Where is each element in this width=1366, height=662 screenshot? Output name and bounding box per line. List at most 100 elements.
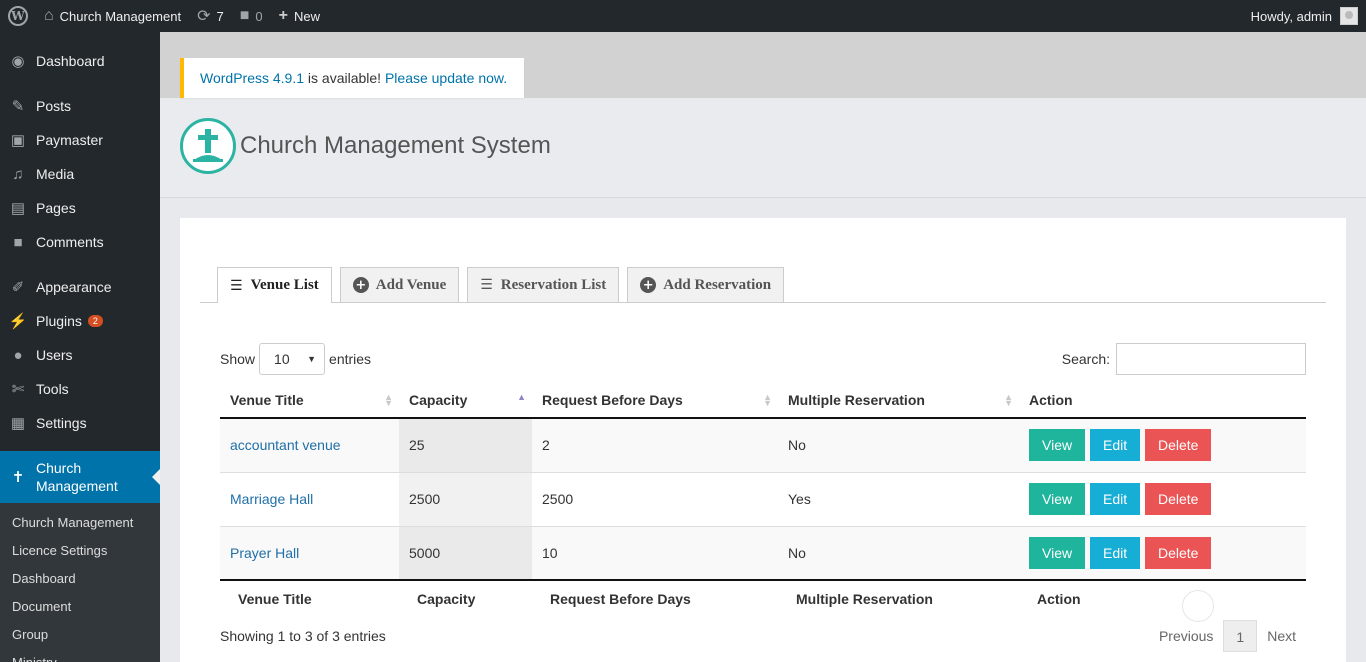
footer-request-before-days: Request Before Days (532, 579, 778, 616)
tab-add-reservation[interactable]: + Add Reservation (627, 267, 785, 302)
sidebar-item-tools[interactable]: ✄ Tools (0, 372, 160, 406)
sidebar-item-comments[interactable]: ■ Comments (0, 225, 160, 259)
table-header-row: Venue Title ▲ ▼ Capacity ▲ Request Before D… (220, 382, 1306, 419)
action-cell: View Edit Delete (1019, 471, 1306, 526)
sidebar-item-label: Pages (36, 200, 76, 216)
sidebar-item-label-line2: Management (36, 478, 118, 494)
submenu-item-document[interactable]: Document (0, 593, 160, 621)
column-header-capacity[interactable]: Capacity ▲ (399, 382, 532, 419)
entries-label: entries (329, 351, 372, 367)
submenu-item-church-management[interactable]: Church Management (0, 509, 160, 537)
show-label: Show (220, 351, 256, 367)
venue-table: Venue Title ▲ ▼ Capacity ▲ Request Before D… (220, 382, 1306, 616)
admin-sidebar: ◉ Dashboard ✎ Posts ▣ Paymaster ♫ Media … (0, 32, 160, 662)
tab-label: Reservation List (500, 276, 607, 293)
sidebar-item-posts[interactable]: ✎ Posts (0, 89, 160, 123)
tab-add-venue[interactable]: + Add Venue (339, 267, 460, 302)
main-content: WordPress 4.9.1 is available! Please upd… (160, 32, 1366, 662)
page-header: WordPress 4.9.1 is available! Please upd… (160, 32, 1366, 198)
request-before-days-cell: 2 (532, 417, 778, 472)
footer-venue-title: Venue Title (220, 579, 399, 616)
edit-button[interactable]: Edit (1089, 429, 1141, 462)
site-name-link[interactable]: ⌂ Church Management (36, 0, 189, 32)
watermark-icon (1182, 590, 1214, 622)
avatar (1340, 7, 1358, 25)
request-before-days-cell: 10 (532, 525, 778, 580)
capacity-cell: 25 (399, 417, 532, 472)
updates-link[interactable]: ⟳ 7 (189, 0, 232, 32)
list-icon: ☰ (480, 277, 493, 293)
new-label: New (293, 8, 320, 24)
page-1-button[interactable]: 1 (1223, 620, 1258, 652)
table-footer-controls: Showing 1 to 3 of 3 entries Previous 1 N… (220, 620, 1306, 652)
table-row: accountant venue 25 2 No View Edit Delet… (220, 417, 1306, 472)
wordpress-logo-button[interactable]: W (0, 0, 36, 32)
sidebar-item-settings[interactable]: ▦ Settings (0, 406, 160, 440)
refresh-icon: ⟳ (197, 8, 211, 25)
dashboard-icon: ◉ (11, 53, 25, 70)
venue-title-link[interactable]: Prayer Hall (230, 545, 299, 561)
view-button[interactable]: View (1029, 429, 1086, 462)
submenu-item-licence-settings[interactable]: Licence Settings (0, 537, 160, 565)
sidebar-item-media[interactable]: ♫ Media (0, 157, 160, 191)
sidebar-item-church-management[interactable]: ✝ Church Management (0, 451, 160, 503)
view-button[interactable]: View (1029, 483, 1086, 515)
site-name: Church Management (59, 8, 182, 24)
delete-button[interactable]: Delete (1145, 483, 1212, 515)
column-header-venue-title[interactable]: Venue Title ▲ ▼ (220, 382, 399, 419)
venue-title-link[interactable]: Marriage Hall (230, 491, 313, 507)
new-content-link[interactable]: + New (271, 0, 328, 32)
sidebar-item-users[interactable]: ● Users (0, 338, 160, 372)
dropdown-arrow-icon: ▼ (307, 354, 317, 364)
delete-button[interactable]: Delete (1145, 536, 1212, 569)
notice-text: is available! (304, 70, 385, 86)
search-box: Search: (1062, 343, 1306, 375)
edit-button[interactable]: Edit (1089, 483, 1141, 515)
multiple-reservation-cell: Yes (778, 471, 1019, 526)
sidebar-item-pages[interactable]: ▤ Pages (0, 191, 160, 225)
next-page-button[interactable]: Next (1257, 628, 1306, 644)
sidebar-item-label: Tools (36, 381, 69, 397)
table-row: Marriage Hall 2500 2500 Yes View Edit De… (220, 471, 1306, 526)
comments-link[interactable]: ■ 0 (232, 0, 271, 32)
comment-icon: ■ (13, 233, 23, 251)
search-input[interactable] (1116, 343, 1306, 375)
update-now-link[interactable]: Please update now. (385, 70, 507, 86)
sidebar-item-label-line1: Church (36, 460, 82, 476)
submenu-item-ministry[interactable]: Ministry (0, 649, 160, 662)
column-header-request-before-days[interactable]: Request Before Days ▲ ▼ (532, 382, 778, 419)
sidebar-item-dashboard[interactable]: ◉ Dashboard (0, 44, 160, 78)
capacity-cell: 5000 (399, 525, 532, 580)
delete-button[interactable]: Delete (1145, 429, 1212, 462)
account-menu[interactable]: Howdy, admin (1251, 7, 1366, 25)
page-title: Church Management System (240, 132, 551, 159)
action-cell: View Edit Delete (1019, 417, 1306, 472)
venue-title-link[interactable]: accountant venue (230, 437, 341, 453)
plug-icon: ⚡ (8, 313, 28, 330)
church-management-submenu: Church Management Licence Settings Dashb… (0, 503, 160, 662)
user-icon: ● (13, 346, 23, 364)
wordpress-version-link[interactable]: WordPress 4.9.1 (200, 70, 304, 86)
tab-reservation-list[interactable]: ☰ Reservation List (467, 267, 620, 302)
sidebar-item-label: Dashboard (36, 53, 105, 69)
list-icon: ☰ (230, 277, 243, 294)
view-button[interactable]: View (1029, 536, 1086, 569)
footer-capacity: Capacity (399, 579, 532, 616)
edit-button[interactable]: Edit (1089, 536, 1141, 569)
wrench-icon: ✄ (11, 381, 25, 398)
pagination: Previous 1 Next (1149, 620, 1306, 652)
comments-count: 0 (255, 8, 263, 24)
sidebar-item-paymaster[interactable]: ▣ Paymaster (0, 123, 160, 157)
sidebar-item-plugins[interactable]: ⚡ Plugins 2 (0, 304, 160, 338)
sidebar-item-label: Comments (36, 234, 104, 250)
tab-venue-list[interactable]: ☰ Venue List (217, 267, 332, 303)
sidebar-item-appearance[interactable]: ✐ Appearance (0, 270, 160, 304)
footer-multiple-reservation: Multiple Reservation (778, 579, 1019, 616)
submenu-item-dashboard[interactable]: Dashboard (0, 565, 160, 593)
submenu-item-group[interactable]: Group (0, 621, 160, 649)
tab-label: Venue List (250, 277, 319, 293)
column-header-multiple-reservation[interactable]: Multiple Reservation ▲ ▼ (778, 382, 1019, 419)
page-length-select[interactable]: 10 ▼ (259, 343, 326, 375)
sidebar-item-label: Paymaster (36, 132, 103, 148)
previous-page-button[interactable]: Previous (1149, 628, 1223, 644)
